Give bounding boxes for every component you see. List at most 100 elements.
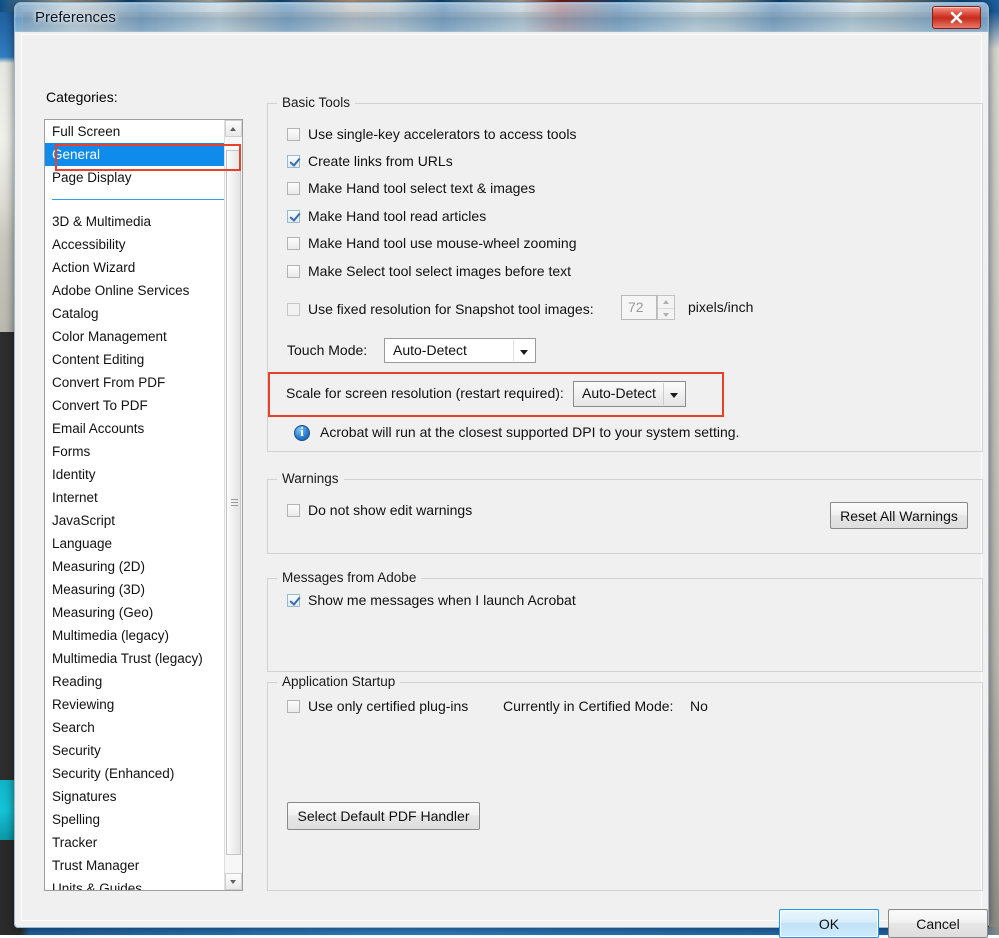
touch-mode-select[interactable]: Auto-Detect xyxy=(384,338,536,363)
scroll-down-icon[interactable] xyxy=(225,873,242,890)
category-item[interactable]: Reading xyxy=(45,670,242,693)
checkbox-hand-tool-select-text[interactable] xyxy=(287,182,300,195)
stepper-down-icon[interactable] xyxy=(658,308,674,321)
checkbox-select-tool-images-before-text[interactable] xyxy=(287,265,300,278)
checkbox-hand-tool-mouse-wheel-zoom[interactable] xyxy=(287,237,300,250)
category-item[interactable]: Convert From PDF xyxy=(45,371,242,394)
category-item-label: Security xyxy=(52,743,101,758)
checkbox-use-only-certified-plugins[interactable] xyxy=(287,700,300,713)
checkbox-label-use-only-certified-plugins: Use only certified plug-ins xyxy=(308,698,468,714)
resolution-units-label: pixels/inch xyxy=(688,299,753,315)
checkbox-create-links-from-urls[interactable] xyxy=(287,155,300,168)
dialog-inner-panel: Categories: Full ScreenGeneralPage Displ… xyxy=(21,34,982,921)
checkbox-row-single-key-accelerators[interactable]: Use single-key accelerators to access to… xyxy=(287,126,576,142)
select-default-pdf-handler-button[interactable]: Select Default PDF Handler xyxy=(287,802,480,830)
checkbox-do-not-show-edit-warnings[interactable] xyxy=(287,504,300,517)
category-item[interactable]: Content Editing xyxy=(45,348,242,371)
info-icon xyxy=(294,425,310,441)
checkbox-single-key-accelerators[interactable] xyxy=(287,128,300,141)
checkbox-row-select-tool-images-before-text[interactable]: Make Select tool select images before te… xyxy=(287,263,571,279)
checkbox-label-hand-tool-select-text: Make Hand tool select text & images xyxy=(308,180,535,196)
scale-resolution-label: Scale for screen resolution (restart req… xyxy=(286,385,564,401)
scale-resolution-select[interactable]: Auto-Detect xyxy=(573,381,686,407)
category-item[interactable]: Catalog xyxy=(45,302,242,325)
category-item[interactable]: Language xyxy=(45,532,242,555)
category-item[interactable]: Full Screen xyxy=(45,120,242,143)
close-icon[interactable] xyxy=(932,6,981,29)
category-item[interactable]: Trust Manager xyxy=(45,854,242,877)
window-titlebar[interactable]: Preferences xyxy=(14,2,989,32)
category-item[interactable]: Identity xyxy=(45,463,242,486)
category-item[interactable]: Security (Enhanced) xyxy=(45,762,242,785)
checkbox-row-hand-tool-read-articles[interactable]: Make Hand tool read articles xyxy=(287,208,486,224)
titlebar-glass-effect xyxy=(15,3,988,32)
category-item[interactable]: JavaScript xyxy=(45,509,242,532)
category-list-scrollbar[interactable] xyxy=(224,120,242,890)
warnings-title: Warnings xyxy=(277,471,344,486)
checkbox-row-use-only-certified-plugins[interactable]: Use only certified plug-ins xyxy=(287,698,468,714)
category-item[interactable]: 3D & Multimedia xyxy=(45,210,242,233)
category-item[interactable]: Units & Guides xyxy=(45,877,242,891)
category-item[interactable]: Measuring (Geo) xyxy=(45,601,242,624)
checkbox-label-show-messages-on-launch: Show me messages when I launch Acrobat xyxy=(308,592,576,608)
checkbox-row-hand-tool-select-text[interactable]: Make Hand tool select text & images xyxy=(287,180,535,196)
category-item[interactable]: Multimedia (legacy) xyxy=(45,624,242,647)
checkbox-row-fixed-resolution[interactable]: Use fixed resolution for Snapshot tool i… xyxy=(287,301,594,317)
category-item[interactable]: Email Accounts xyxy=(45,417,242,440)
checkbox-label-hand-tool-mouse-wheel-zoom: Make Hand tool use mouse-wheel zooming xyxy=(308,235,576,251)
category-item-label: Measuring (2D) xyxy=(52,559,145,574)
category-item[interactable]: Accessibility xyxy=(45,233,242,256)
category-item[interactable]: Forms xyxy=(45,440,242,463)
category-item[interactable]: Color Management xyxy=(45,325,242,348)
category-item[interactable]: Convert To PDF xyxy=(45,394,242,417)
category-item[interactable]: General xyxy=(45,143,242,166)
category-item-label: Accessibility xyxy=(52,237,126,252)
checkbox-row-show-messages-on-launch[interactable]: Show me messages when I launch Acrobat xyxy=(287,592,576,608)
resolution-stepper[interactable] xyxy=(657,295,675,320)
cancel-button[interactable]: Cancel xyxy=(888,909,988,938)
checkbox-label-do-not-show-edit-warnings: Do not show edit warnings xyxy=(308,502,472,518)
resolution-input[interactable]: 72 xyxy=(621,295,657,320)
category-item-label: Internet xyxy=(52,490,98,505)
category-item[interactable]: Multimedia Trust (legacy) xyxy=(45,647,242,670)
chevron-down-icon[interactable] xyxy=(513,340,534,361)
category-item-label: Tracker xyxy=(52,835,97,850)
reset-all-warnings-button[interactable]: Reset All Warnings xyxy=(830,502,968,529)
checkbox-row-do-not-show-edit-warnings[interactable]: Do not show edit warnings xyxy=(287,502,472,518)
checkbox-label-select-tool-images-before-text: Make Select tool select images before te… xyxy=(308,263,571,279)
category-item[interactable]: Page Display xyxy=(45,166,242,189)
checkbox-show-messages-on-launch[interactable] xyxy=(287,594,300,607)
checkbox-hand-tool-read-articles[interactable] xyxy=(287,210,300,223)
category-list[interactable]: Full ScreenGeneralPage Display 3D & Multi… xyxy=(44,119,243,891)
category-item-label: Convert To PDF xyxy=(52,398,148,413)
scrollbar-grip-icon xyxy=(231,499,238,507)
scrollbar-thumb[interactable] xyxy=(226,150,241,855)
categories-label: Categories: xyxy=(46,89,118,105)
scale-resolution-value: Auto-Detect xyxy=(582,385,656,401)
scroll-up-icon[interactable] xyxy=(225,120,242,137)
category-item[interactable]: Measuring (3D) xyxy=(45,578,242,601)
category-item-label: Measuring (3D) xyxy=(52,582,145,597)
stepper-up-icon[interactable] xyxy=(658,296,674,308)
ok-button[interactable]: OK xyxy=(779,909,879,938)
category-item[interactable]: Reviewing xyxy=(45,693,242,716)
category-item[interactable]: Adobe Online Services xyxy=(45,279,242,302)
category-item-label: Multimedia Trust (legacy) xyxy=(52,651,203,666)
category-item[interactable]: Search xyxy=(45,716,242,739)
messages-from-adobe-title: Messages from Adobe xyxy=(277,570,421,585)
category-item[interactable]: Measuring (2D) xyxy=(45,555,242,578)
category-item[interactable]: Spelling xyxy=(45,808,242,831)
category-item[interactable]: Security xyxy=(45,739,242,762)
checkbox-row-hand-tool-mouse-wheel-zoom[interactable]: Make Hand tool use mouse-wheel zooming xyxy=(287,235,576,251)
category-item[interactable]: Signatures xyxy=(45,785,242,808)
checkbox-label-fixed-resolution: Use fixed resolution for Snapshot tool i… xyxy=(308,301,594,317)
category-item[interactable]: Action Wizard xyxy=(45,256,242,279)
checkbox-fixed-resolution[interactable] xyxy=(287,303,300,316)
basic-tools-title: Basic Tools xyxy=(277,95,355,110)
certified-mode-label: Currently in Certified Mode: xyxy=(503,698,673,714)
window-title: Preferences xyxy=(35,9,116,26)
category-item[interactable]: Internet xyxy=(45,486,242,509)
category-item[interactable]: Tracker xyxy=(45,831,242,854)
chevron-down-icon[interactable] xyxy=(663,383,684,405)
checkbox-row-create-links-from-urls[interactable]: Create links from URLs xyxy=(287,153,453,169)
